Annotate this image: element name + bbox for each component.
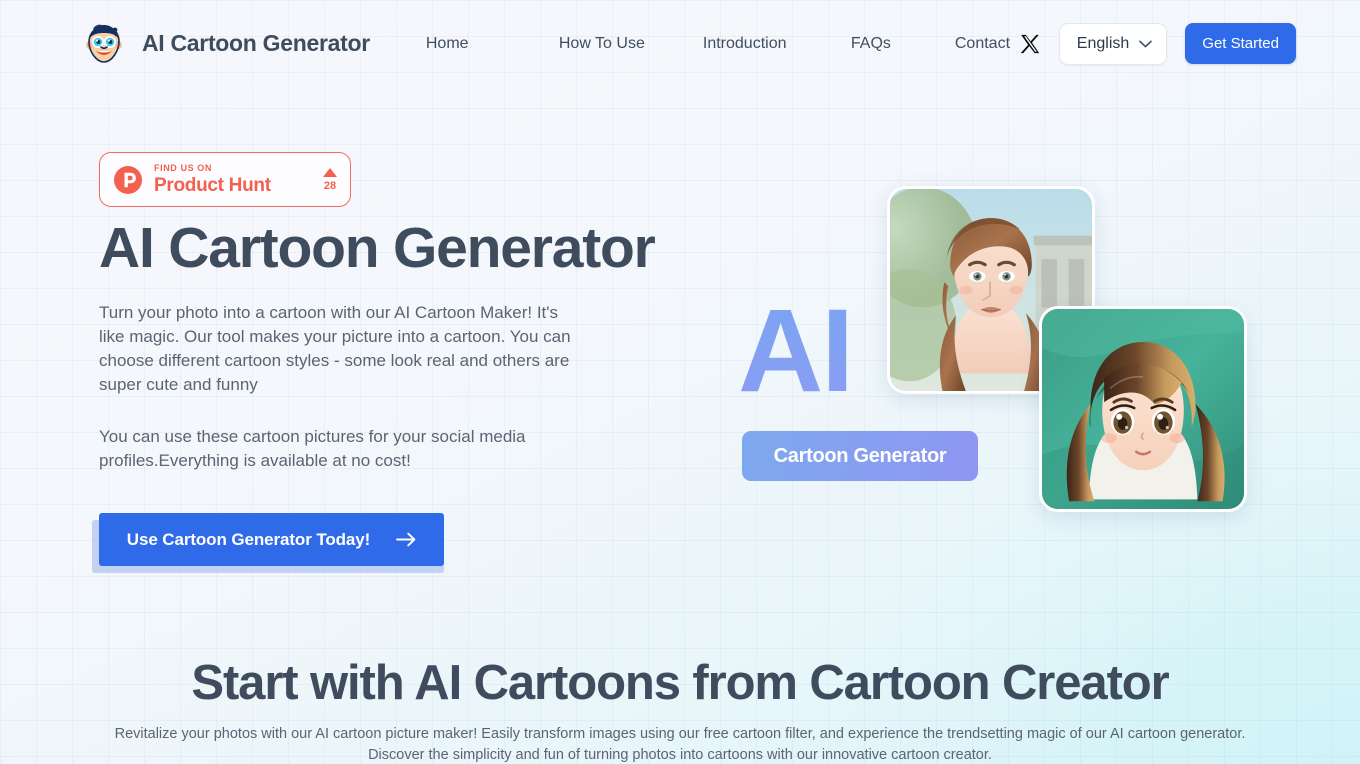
product-hunt-upvotes: 28 xyxy=(323,167,337,192)
hero-content: FIND US ON Product Hunt 28 AI Cartoon Ge… xyxy=(92,152,699,574)
arrow-right-icon xyxy=(396,532,416,547)
get-started-button[interactable]: Get Started xyxy=(1185,23,1296,64)
section-subtitle-line-1: Revitalize your photos with our AI carto… xyxy=(114,726,1246,743)
triangle-up-icon xyxy=(323,167,337,177)
hero-cta-wrapper: Use Cartoon Generator Today! xyxy=(92,513,451,574)
product-hunt-vote-count: 28 xyxy=(323,179,337,192)
hero-photo-cartoon xyxy=(1039,306,1247,512)
product-hunt-badge[interactable]: FIND US ON Product Hunt 28 xyxy=(99,152,351,207)
site-header: AI Cartoon Generator Home How To Use Int… xyxy=(0,0,1360,87)
hero-paragraph-1: Turn your photo into a cartoon with our … xyxy=(99,302,571,395)
nav-item-home[interactable]: Home xyxy=(426,29,559,59)
section-subtitle: Revitalize your photos with our AI carto… xyxy=(0,724,1360,764)
language-select-value: English xyxy=(1076,34,1130,52)
product-hunt-find-us-label: FIND US ON xyxy=(154,163,213,173)
page-root: AI Cartoon Generator Home How To Use Int… xyxy=(0,0,1360,764)
main-navigation: Home How To Use Introduction FAQs Contac… xyxy=(426,29,1010,59)
product-hunt-logo-icon xyxy=(113,165,143,195)
hero-paragraph-2: You can use these cartoon pictures for y… xyxy=(99,426,526,471)
section-title: Start with AI Cartoons from Cartoon Crea… xyxy=(191,656,1169,710)
chevron-down-icon xyxy=(1139,40,1153,48)
hero-cartoon-generator-pill: Cartoon Generator xyxy=(742,431,978,481)
x-twitter-icon[interactable] xyxy=(1019,33,1041,55)
header-actions: English Get Started xyxy=(1019,0,1296,87)
cartoon-face-logo-icon xyxy=(80,20,128,68)
brand-logo-link[interactable]: AI Cartoon Generator xyxy=(80,20,370,68)
use-cartoon-generator-button[interactable]: Use Cartoon Generator Today! xyxy=(99,513,444,567)
hero-artwork: AI Cartoon Generator xyxy=(700,150,1300,550)
product-hunt-name: Product Hunt xyxy=(154,175,271,196)
language-select[interactable]: English xyxy=(1058,22,1168,65)
nav-item-how-to-use[interactable]: How To Use xyxy=(559,29,703,59)
hero-title: AI Cartoon Generator xyxy=(99,216,656,280)
nav-item-contact[interactable]: Contact xyxy=(955,29,1010,59)
hero-ai-wordmark: AI xyxy=(738,285,854,417)
brand-name: AI Cartoon Generator xyxy=(142,30,370,56)
nav-item-faqs[interactable]: FAQs xyxy=(851,29,955,59)
start-with-ai-cartoons-section: Start with AI Cartoons from Cartoon Crea… xyxy=(0,655,1360,764)
cta-label: Use Cartoon Generator Today! xyxy=(126,529,371,549)
nav-item-introduction[interactable]: Introduction xyxy=(703,29,851,59)
section-subtitle-line-2: Discover the simplicity and fun of turni… xyxy=(368,747,992,764)
